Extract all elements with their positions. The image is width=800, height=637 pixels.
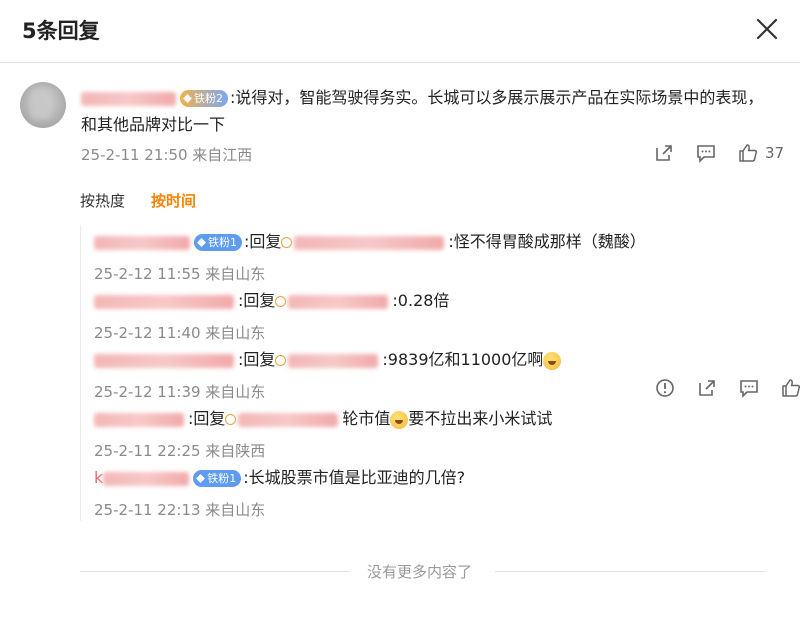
mention-blurred[interactable] bbox=[294, 235, 445, 250]
share-icon[interactable] bbox=[696, 377, 718, 399]
mention-icon bbox=[275, 296, 287, 307]
reply-text: :回复 轮市值 要不拉出来小米试试 bbox=[94, 406, 774, 432]
divider bbox=[80, 571, 350, 572]
list-item: :回复 轮市值 要不拉出来小米试试 25-2-11 22:25 来自陕西 bbox=[94, 406, 774, 461]
mention-blurred[interactable] bbox=[288, 294, 389, 309]
divider bbox=[495, 571, 765, 572]
like-icon[interactable] bbox=[780, 377, 800, 399]
close-icon[interactable] bbox=[754, 16, 780, 42]
no-more-content: 没有更多内容了 bbox=[367, 563, 473, 581]
list-item: :回复:0.28倍 25-2-12 11:40 来自山东 bbox=[94, 288, 774, 343]
list-item: 铁粉1:回复:怪不得胃酸成那样（魏酸） 25-2-12 11:55 来自山东 bbox=[94, 229, 774, 284]
reply-meta: 25-2-12 11:55 来自山东 bbox=[94, 265, 266, 283]
reply-text: 铁粉1:回复:怪不得胃酸成那样（魏酸） bbox=[94, 229, 774, 255]
reply-meta: 25-2-11 22:25 来自陕西 bbox=[94, 442, 266, 460]
emoji-icon bbox=[543, 351, 562, 370]
mention-blurred[interactable] bbox=[238, 412, 339, 427]
reply-list: 铁粉1:回复:怪不得胃酸成那样（魏酸） 25-2-12 11:55 来自山东 :… bbox=[80, 225, 800, 521]
like-count: 37 bbox=[765, 144, 785, 162]
username-blurred[interactable] bbox=[94, 412, 184, 427]
comment-icon[interactable] bbox=[738, 377, 760, 399]
fan-badge: 铁粉1 bbox=[193, 470, 242, 487]
comment-icon[interactable] bbox=[695, 142, 717, 164]
username-blurred[interactable] bbox=[94, 294, 234, 309]
fan-badge-icon bbox=[196, 474, 206, 483]
tab-hot[interactable]: 按热度 bbox=[80, 192, 125, 210]
replies-dialog: 5条回复 铁粉2:说得对，智能驾驶得务实。长城可以多展示展示产品在实际场景中的表… bbox=[0, 0, 800, 637]
comment-actions: 37 bbox=[633, 142, 784, 164]
reply-text: k 铁粉1:长城股票市值是比亚迪的几倍? bbox=[94, 468, 466, 487]
tab-time[interactable]: 按时间 bbox=[151, 192, 196, 210]
dialog-header: 5条回复 bbox=[0, 0, 800, 63]
avatar[interactable] bbox=[20, 82, 66, 128]
mention-icon bbox=[281, 237, 293, 248]
list-item: k 铁粉1:长城股票市值是比亚迪的几倍? 25-2-11 22:13 来自山东 bbox=[94, 465, 774, 520]
fan-badge: 铁粉1 bbox=[194, 234, 242, 251]
reply-text: :回复:9839亿和11000亿啊 bbox=[94, 347, 774, 373]
mention-icon bbox=[225, 414, 237, 425]
fan-badge: 铁粉2 bbox=[180, 90, 228, 107]
sort-tabs: 按热度 按时间 bbox=[80, 190, 222, 211]
main-comment-text: 铁粉2:说得对，智能驾驶得务实。长城可以多展示展示产品在实际场景中的表现，和其他… bbox=[81, 84, 771, 138]
reply-meta: 25-2-11 22:13 来自山东 bbox=[94, 501, 266, 519]
reply-meta: 25-2-12 11:40 来自山东 bbox=[94, 324, 266, 342]
fan-badge-icon bbox=[183, 94, 192, 103]
username-blurred[interactable] bbox=[103, 471, 190, 486]
emoji-icon bbox=[390, 410, 409, 429]
dialog-title: 5条回复 bbox=[22, 19, 100, 43]
share-icon[interactable] bbox=[653, 142, 675, 164]
like-icon[interactable] bbox=[737, 142, 759, 164]
comment-meta: 25-2-11 21:50 来自江西 bbox=[81, 146, 253, 164]
username-blurred[interactable] bbox=[94, 353, 234, 368]
fan-badge-icon bbox=[197, 238, 206, 247]
mention-icon bbox=[275, 355, 287, 366]
username-blurred[interactable] bbox=[94, 235, 190, 250]
reply-text: :回复:0.28倍 bbox=[94, 288, 774, 314]
reply-actions bbox=[634, 377, 800, 399]
username-blurred[interactable] bbox=[81, 91, 176, 106]
mention-blurred[interactable] bbox=[288, 353, 379, 368]
report-icon[interactable] bbox=[654, 377, 676, 399]
reply-divider bbox=[80, 225, 81, 521]
list-item: :回复:9839亿和11000亿啊 25-2-12 11:39 来自山东 bbox=[94, 347, 800, 402]
username-initial[interactable]: k bbox=[94, 468, 103, 487]
